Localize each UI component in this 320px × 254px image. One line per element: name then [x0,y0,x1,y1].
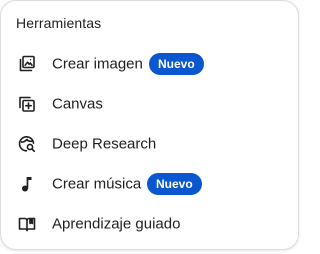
create-image-icon [17,54,37,74]
menu-item-label: Crear música [52,175,142,193]
tools-menu: Herramientas Crear imagen Nuevo Canvas D… [0,0,299,250]
menu-item-label: Aprendizaje guiado [52,215,181,233]
deep-research-icon [17,134,37,154]
menu-item-guided-learning[interactable]: Aprendizaje guiado [1,204,298,244]
menu-item-deep-research[interactable]: Deep Research [1,124,298,164]
menu-item-create-music[interactable]: Crear música Nuevo [1,164,298,204]
menu-item-canvas[interactable]: Canvas [1,84,298,124]
menu-item-label: Deep Research [52,135,157,153]
menu-title: Herramientas [16,15,102,31]
guided-learning-icon [17,214,37,234]
menu-item-label: Crear imagen [52,55,143,73]
new-badge: Nuevo [149,53,204,75]
new-badge: Nuevo [147,173,202,195]
menu-item-label: Canvas [52,95,103,113]
menu-item-create-image[interactable]: Crear imagen Nuevo [1,44,298,84]
music-note-icon [17,174,37,194]
canvas-icon [17,94,37,114]
